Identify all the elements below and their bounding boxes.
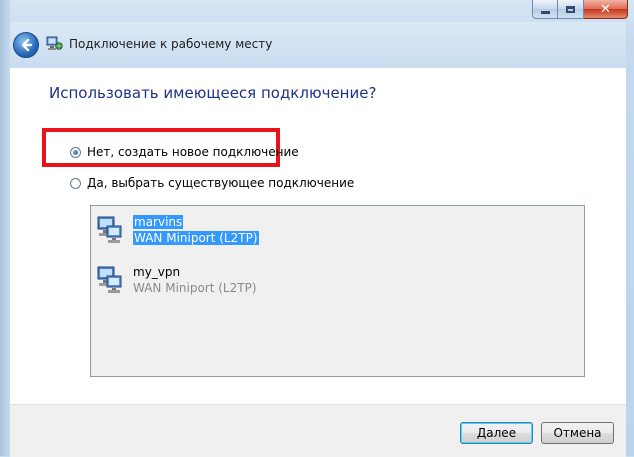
option-create-new-label: Нет, создать новое подключение	[87, 145, 299, 159]
network-connection-icon	[95, 264, 127, 296]
cancel-button[interactable]: Отмена	[541, 422, 614, 444]
option-create-new[interactable]: Нет, создать новое подключение	[70, 145, 299, 159]
radio-use-existing[interactable]	[70, 177, 81, 189]
close-icon: ✕	[600, 1, 611, 17]
radio-create-new[interactable]	[70, 146, 81, 158]
caption-buttons: ✕	[532, 0, 628, 20]
background-window-strip	[0, 0, 10, 456]
connection-type: WAN Miniport (L2TP)	[133, 231, 259, 245]
connections-list[interactable]: marvins WAN Miniport (L2TP) my_vpn WAN M…	[90, 205, 585, 377]
window-title: Подключение к рабочему месту	[69, 37, 273, 51]
option-use-existing[interactable]: Да, выбрать существующее подключение	[70, 176, 354, 190]
back-button[interactable]	[13, 32, 39, 58]
connection-type: WAN Miniport (L2TP)	[133, 281, 257, 295]
connection-name: my_vpn	[133, 265, 181, 279]
maximize-button[interactable]	[558, 0, 584, 19]
wizard-footer: Далее Отмена	[10, 404, 626, 457]
back-arrow-icon	[21, 38, 33, 52]
connection-name: marvins	[133, 215, 184, 229]
list-item[interactable]: marvins WAN Miniport (L2TP)	[95, 214, 259, 246]
page-heading: Использовать имеющееся подключение?	[49, 84, 377, 102]
minimize-icon	[540, 10, 550, 14]
network-connection-icon	[95, 214, 127, 246]
connection-text: my_vpn WAN Miniport (L2TP)	[133, 264, 257, 296]
maximize-icon	[566, 5, 575, 13]
connection-text: marvins WAN Miniport (L2TP)	[133, 214, 259, 246]
minimize-button[interactable]	[532, 0, 558, 19]
close-button[interactable]: ✕	[584, 0, 628, 19]
wizard-content: Использовать имеющееся подключение? Нет,…	[10, 68, 626, 404]
network-wizard-icon	[46, 36, 63, 52]
list-item[interactable]: my_vpn WAN Miniport (L2TP)	[95, 264, 257, 296]
next-button[interactable]: Далее	[460, 422, 533, 444]
option-use-existing-label: Да, выбрать существующее подключение	[87, 176, 355, 190]
